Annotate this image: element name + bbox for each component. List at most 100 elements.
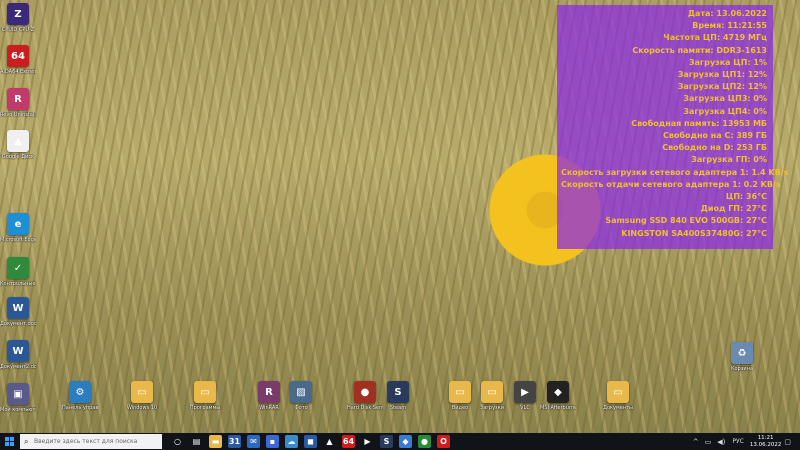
taskbar-search-box[interactable]: ⌕ Введите здесь текст для поиска: [20, 434, 162, 449]
desktop-shortcut-label: Steam: [389, 405, 407, 411]
desktop-shortcut[interactable]: ▭ Документы: [600, 381, 636, 411]
computer-icon: ▣: [7, 383, 29, 405]
sensor-reading: Скорость памяти: DDR3-1613: [632, 45, 767, 55]
desktop-shortcut-label: MSI Afterburner: [540, 405, 576, 411]
sensor-reading: Загрузка ЦП: 1%: [688, 57, 767, 67]
recycle-bin-icon: ♻: [731, 342, 753, 364]
desktop-shortcut-label: CPUID CPU-Z: [1, 27, 35, 33]
task-view-icon[interactable]: ○: [171, 435, 184, 448]
aida-task-icon[interactable]: 64: [342, 435, 355, 448]
clock-time: 11:21: [757, 434, 774, 441]
windows-logo-icon: [4, 437, 14, 446]
sensor-reading: Скорость отдачи сетевого адаптера 1: 0.2…: [561, 179, 781, 189]
start-button[interactable]: [0, 433, 18, 450]
winrar-icon: R: [258, 381, 280, 403]
system-tray: ^ ▭ ◀) РУС 11:21 13.06.2022 ▢: [690, 433, 794, 450]
revo-icon: R: [7, 88, 29, 110]
desktop-shortcut-label: Мой компьютер: [0, 407, 36, 413]
desktop-shortcut-label: Документ2.docx: [0, 364, 36, 370]
save-icon[interactable]: ▪: [266, 435, 279, 448]
volume-icon[interactable]: ◀): [717, 438, 725, 446]
taskbar-clock[interactable]: 11:21 13.06.2022: [750, 435, 782, 449]
desktop-shortcut[interactable]: W Документ.docx: [0, 297, 36, 327]
sensor-reading: KINGSTON SA400S37480G: 27°C: [621, 228, 767, 238]
desktop: Z CPUID CPU-Z 64 AIDA64 Extreme R Revo Uni…: [0, 0, 800, 433]
desktop-shortcut[interactable]: ♻ Корзина: [724, 342, 760, 372]
desktop-shortcut[interactable]: ⚙ Панель управления: [62, 381, 98, 411]
desktop-shortcut[interactable]: Z CPUID CPU-Z: [0, 3, 36, 33]
desktop-shortcut-label: Документы: [603, 405, 633, 411]
language-indicator[interactable]: РУС: [732, 438, 743, 445]
desktop-shortcut[interactable]: R Revo Uninstaller: [0, 88, 36, 118]
desktop-shortcut[interactable]: ▣ Мой компьютер: [0, 383, 36, 413]
checksum-icon: ✓: [7, 257, 29, 279]
desktop-shortcut[interactable]: ▭ Windows 10: [124, 381, 160, 411]
desktop-shortcut[interactable]: ▭ Загрузки: [474, 381, 510, 411]
explorer-icon[interactable]: ▬: [209, 435, 222, 448]
desktop-shortcut[interactable]: R WinRAR: [251, 381, 287, 411]
aida64-sensor-panel: Дата: 13.06.2022 Время: 11:21:55 Частота Ц…: [557, 5, 789, 249]
desktop-shortcut-label: Документ.docx: [0, 321, 36, 327]
sensor-reading: Свободная память: 13953 МБ: [631, 118, 767, 128]
desktop-shortcut[interactable]: ▭ Программы: [187, 381, 223, 411]
desktop-shortcut[interactable]: W Документ2.docx: [0, 340, 36, 370]
desktop-shortcut-label: Корзина: [730, 366, 754, 372]
sensor-reading: Свободно на C: 389 ГБ: [662, 131, 767, 141]
photos-icon: ▨: [290, 381, 312, 403]
task-switch-icon[interactable]: ▤: [190, 435, 203, 448]
clock-date: 13.06.2022: [749, 441, 782, 448]
google-drive-icon: ▲: [7, 130, 29, 152]
sensor-reading: Дата: 13.06.2022: [687, 9, 767, 18]
word-doc-icon: W: [7, 297, 29, 319]
word-doc2-icon: W: [7, 340, 29, 362]
desktop-shortcut[interactable]: e Microsoft Edge: [0, 213, 36, 243]
desktop-shortcut-label: Программы: [189, 405, 221, 411]
desktop-shortcut[interactable]: ▲ Google Диск: [0, 130, 36, 160]
desktop-shortcut[interactable]: ● Hard Disk Sentinel: [347, 381, 383, 411]
network-icon[interactable]: ▭: [705, 438, 712, 446]
desktop-shortcut[interactable]: ▨ Фото: [283, 381, 319, 411]
opera-icon[interactable]: O: [437, 435, 450, 448]
folder-icon-4: ▭: [481, 381, 503, 403]
calendar-icon[interactable]: 31: [228, 435, 241, 448]
control-panel-icon: ⚙: [69, 381, 91, 403]
blue-icon[interactable]: ◆: [399, 435, 412, 448]
desktop-shortcut[interactable]: ✓ Контрольные суммы: [0, 257, 36, 287]
taskbar: ⌕ Введите здесь текст для поиска ○ ▤ ▬ 31 ✉ ▪…: [0, 433, 800, 450]
folder-icon-3: ▭: [449, 381, 471, 403]
mail-icon[interactable]: ✉: [247, 435, 260, 448]
desktop-shortcut[interactable]: 64 AIDA64 Extreme: [0, 45, 36, 75]
sensor-reading: Samsung SSD 840 EVO 500GB: 27°C: [605, 216, 767, 226]
desktop-shortcut[interactable]: ▭ Видео: [442, 381, 478, 411]
sensor-reading: Загрузка ЦП1: 12%: [677, 70, 767, 80]
notifications-icon[interactable]: ▢: [784, 438, 791, 446]
desktop-shortcut-label: WinRAR: [259, 405, 279, 411]
store-icon[interactable]: ◼: [304, 435, 317, 448]
folder-icon-1: ▭: [131, 381, 153, 403]
green-icon[interactable]: ●: [418, 435, 431, 448]
search-placeholder: Введите здесь текст для поиска: [34, 438, 138, 445]
drive-icon[interactable]: ▲: [323, 435, 336, 448]
sensor-reading: Загрузка ЦП2: 12%: [677, 82, 767, 92]
sensor-reading: Свободно на D: 253 ГБ: [662, 143, 767, 153]
play-store-icon[interactable]: ▶: [361, 435, 374, 448]
sensor-reading: Время: 11:21:55: [692, 21, 767, 31]
steam-task-icon[interactable]: S: [380, 435, 393, 448]
tray-chevron-icon[interactable]: ^: [693, 438, 699, 446]
desktop-shortcut-label: Контрольные суммы: [0, 281, 36, 287]
sensor-reading: Скорость загрузки сетевого адаптера 1: 1…: [561, 167, 789, 177]
desktop-shortcut-label: Microsoft Edge: [0, 237, 36, 243]
folder-icon-2: ▭: [194, 381, 216, 403]
onedrive-icon[interactable]: ☁: [285, 435, 298, 448]
sensor-reading: Загрузка ЦП4: 0%: [683, 106, 767, 116]
desktop-shortcut-label: Revo Uninstaller: [0, 112, 36, 118]
desktop-shortcut-label: Hard Disk Sentinel: [347, 405, 383, 411]
sensor-reading: Частота ЦП: 4719 МГц: [663, 33, 767, 43]
desktop-shortcut[interactable]: S Steam: [380, 381, 416, 411]
desktop-shortcut-label: Windows 10: [126, 405, 158, 411]
hdsentinel-icon: ●: [354, 381, 376, 403]
desktop-shortcut-label: Загрузки: [480, 405, 504, 411]
desktop-shortcut[interactable]: ◆ MSI Afterburner: [540, 381, 576, 411]
taskbar-pinned-apps: ○ ▤ ▬ 31 ✉ ▪ ☁ ◼ ▲ 64 ▶ S ◆ ● O: [168, 435, 453, 448]
desktop-shortcut[interactable]: ▶ VLC: [507, 381, 543, 411]
